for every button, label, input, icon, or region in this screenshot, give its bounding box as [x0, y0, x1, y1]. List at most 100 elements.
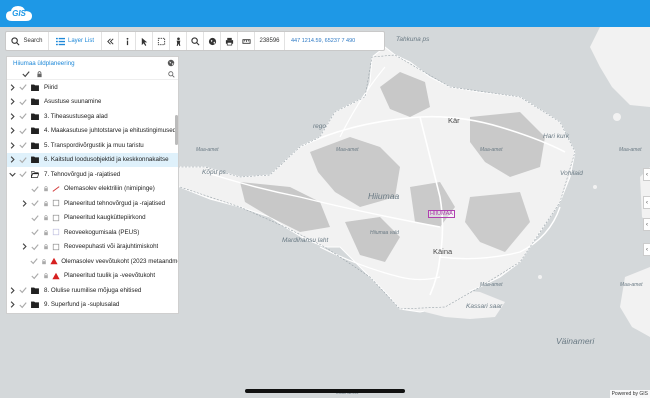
expand-toggle[interactable] [7, 127, 17, 134]
visibility-checkbox[interactable] [29, 199, 41, 207]
visibility-checkbox[interactable] [17, 170, 29, 178]
layer-lock[interactable] [41, 200, 51, 207]
sublayer-row[interactable]: Reoveepuhasti või ärajuhtimiskoht [7, 240, 178, 255]
layer-group-folder[interactable] [29, 113, 41, 120]
visibility-checkbox[interactable] [28, 257, 39, 265]
sublayer-row[interactable]: Reoveekogumisala (PEUS) [7, 225, 178, 240]
sublayer-row[interactable]: Planeeritud kaugküttepiirkond [7, 211, 178, 226]
search-button[interactable]: Search [6, 32, 49, 50]
visibility-checkbox[interactable] [17, 141, 29, 149]
scale-display[interactable]: 238596 [255, 32, 285, 50]
layer-lock[interactable] [41, 185, 51, 192]
expand-toggle[interactable] [7, 301, 17, 308]
layer-symbol[interactable] [51, 214, 61, 222]
gis-logo[interactable]: GIS [5, 4, 33, 23]
expand-toggle[interactable] [7, 171, 17, 178]
select-tool-button[interactable] [136, 32, 153, 50]
expand-toggle[interactable] [7, 84, 17, 91]
layer-label: 8. Olulise ruumilise mõjuga ehitised [44, 286, 142, 294]
layer-group-folder[interactable] [29, 171, 41, 178]
layer-list-button[interactable]: Layer List [49, 32, 102, 50]
layer-lock[interactable] [41, 243, 51, 250]
layer-group-folder[interactable] [29, 301, 41, 309]
check-all-icon[interactable] [22, 70, 30, 78]
expand-toggle[interactable] [7, 142, 17, 149]
sublayer-label: Olemasolev veevõtukoht (2023 metaandmed) [61, 257, 178, 265]
zoom-to-layer-icon[interactable] [168, 71, 175, 78]
visibility-checkbox[interactable] [29, 185, 41, 193]
sublayer-row[interactable]: Olemasolev elektriliin (nimipinge) [7, 182, 178, 197]
expand-toggle[interactable] [7, 287, 17, 294]
layer-row[interactable]: 8. Olulise ruumilise mõjuga ehitised [7, 283, 178, 298]
map-side-button-1[interactable]: ‹ [643, 168, 650, 181]
sublayer-row[interactable]: Planeeritud tuulik ja -veevõtukoht [7, 269, 178, 284]
layer-lock[interactable] [41, 214, 51, 221]
layer-row[interactable]: Piirid [7, 80, 178, 95]
expand-toggle[interactable] [7, 156, 17, 163]
visibility-checkbox[interactable] [29, 214, 41, 222]
map-side-button-2[interactable]: ‹ [643, 196, 650, 209]
lock-icon[interactable] [36, 70, 43, 78]
app-header: GIS [0, 0, 650, 27]
municipality-marker[interactable]: HIIUMAA [428, 210, 455, 218]
layer-row[interactable]: 3. Tiheasustusega alad [7, 109, 178, 124]
layer-symbol[interactable] [51, 272, 61, 280]
layer-lock[interactable] [41, 229, 51, 236]
checkmark-icon [19, 98, 27, 105]
map-label-harilaid: Hari kurk [543, 133, 570, 140]
expand-toggle[interactable] [7, 113, 17, 120]
visibility-checkbox[interactable] [29, 243, 41, 251]
layer-row[interactable]: 9. Superfund ja -suplusalad [7, 298, 178, 313]
layer-group-folder[interactable] [29, 84, 41, 91]
box-select-button[interactable] [153, 32, 170, 50]
visibility-checkbox[interactable] [17, 286, 29, 294]
panel-scrollbar[interactable] [175, 115, 178, 145]
layer-group-folder[interactable] [29, 127, 41, 135]
layer-lock[interactable] [40, 258, 49, 265]
folder-icon [31, 98, 39, 106]
collapse-button[interactable] [102, 32, 119, 50]
visibility-checkbox[interactable] [29, 272, 41, 280]
visibility-checkbox[interactable] [29, 228, 41, 236]
expand-toggle[interactable] [19, 243, 29, 250]
zoom-tool-button[interactable] [187, 32, 204, 50]
layer-symbol[interactable] [51, 199, 61, 207]
print-button[interactable] [221, 32, 238, 50]
visibility-checkbox[interactable] [17, 127, 29, 135]
layer-label: 3. Tiheasustusega alad [44, 112, 108, 120]
box-select-icon [157, 37, 165, 45]
expand-toggle[interactable] [19, 200, 29, 207]
layer-row[interactable]: 10. Kõrgeväärtuslik põllumaa ja rohevõrg… [7, 312, 178, 313]
measure-button[interactable] [238, 32, 255, 50]
layer-row[interactable]: 5. Transpordivõrgustik ja muu taristu [7, 138, 178, 153]
layer-row[interactable]: 6. Kaitstud loodusobjektid ja keskkonnak… [7, 152, 178, 167]
map-label-tahkuna: Tahkuna ps [396, 36, 430, 43]
layer-group-folder[interactable] [29, 142, 41, 149]
visibility-checkbox[interactable] [17, 156, 29, 164]
map-side-button-3[interactable]: ‹ [643, 218, 650, 231]
globe-button[interactable] [204, 32, 221, 50]
layer-group-folder[interactable] [29, 98, 41, 106]
info-tool-button[interactable] [119, 32, 136, 50]
layer-row[interactable]: 7. Tehnovõrgud ja -rajatised [7, 167, 178, 182]
map-side-button-4[interactable]: ‹ [643, 243, 650, 256]
layer-symbol[interactable] [51, 243, 61, 251]
visibility-checkbox[interactable] [17, 83, 29, 91]
person-tool-button[interactable] [170, 32, 187, 50]
sublayer-row[interactable]: Olemasolev veevõtukoht (2023 metaandmed) [7, 254, 178, 269]
layer-symbol[interactable] [49, 257, 58, 265]
visibility-checkbox[interactable] [17, 112, 29, 120]
layer-symbol[interactable] [51, 185, 61, 193]
visibility-checkbox[interactable] [17, 301, 29, 309]
layer-row[interactable]: Asustuse suunamine [7, 95, 178, 110]
visibility-checkbox[interactable] [17, 98, 29, 106]
expand-toggle[interactable] [7, 98, 17, 105]
layer-group-folder[interactable] [29, 156, 41, 164]
layer-symbol[interactable] [51, 228, 61, 236]
layer-lock[interactable] [41, 272, 51, 279]
layer-group-folder[interactable] [29, 287, 41, 294]
globe-settings-icon[interactable] [167, 59, 175, 67]
layer-row[interactable]: 4. Maakasutuse juhtotstarve ja ehitustin… [7, 124, 178, 139]
main-toolbar: Search Layer List 238596 447 1214.59, 65… [5, 31, 385, 51]
sublayer-row[interactable]: Planeeritud tehnovõrgud ja -rajatised [7, 196, 178, 211]
